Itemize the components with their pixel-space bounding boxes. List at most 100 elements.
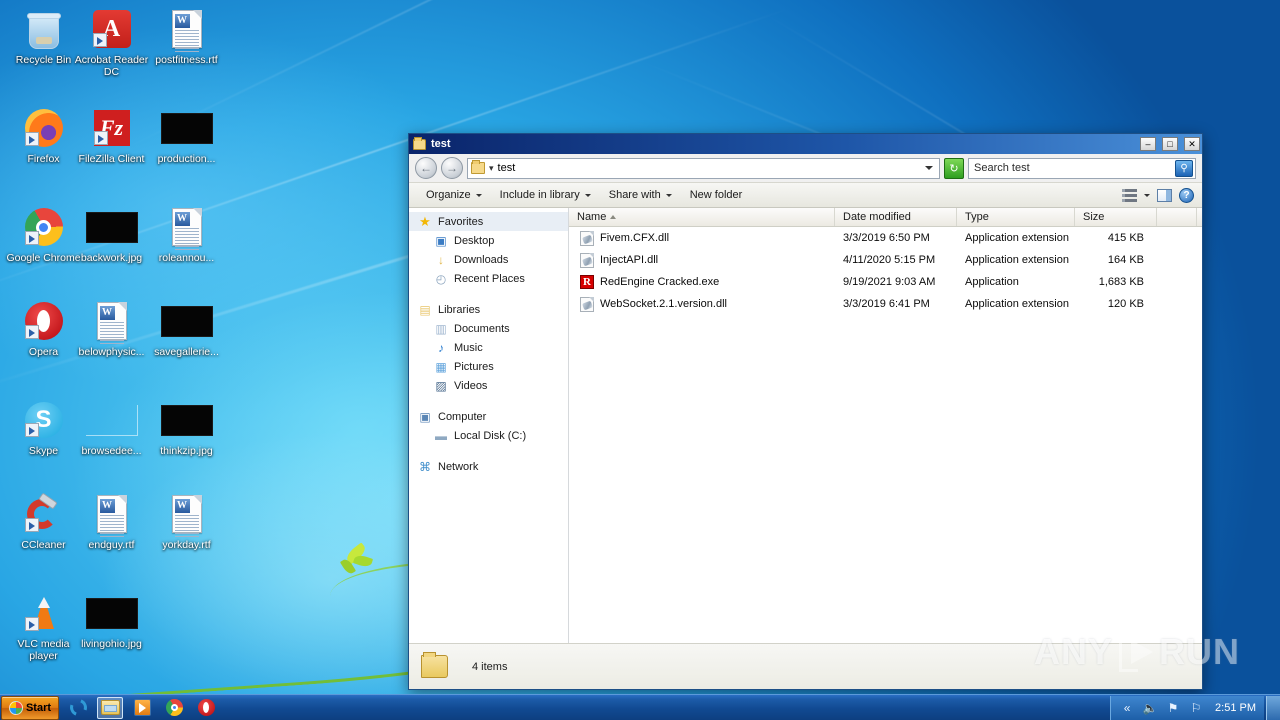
desktop-icon[interactable]: browsedee...: [74, 397, 149, 457]
breadcrumb[interactable]: ▾ test: [467, 157, 940, 179]
file-name-label: WebSocket.2.1.version.dll: [600, 298, 727, 310]
toolbar-button-organize[interactable]: Organize: [417, 185, 491, 205]
navigation-pane[interactable]: ★ Favorites ▣ Desktop ↓ Downloads ◴ Recent Plac…: [409, 208, 569, 643]
speaker-icon[interactable]: 🔈: [1142, 700, 1158, 716]
sidebar-item-local-disk-c[interactable]: ▬ Local Disk (C:): [409, 426, 568, 445]
sidebar-item-videos[interactable]: ▨ Videos: [409, 376, 568, 395]
refresh-button[interactable]: ↻: [944, 157, 964, 179]
chevron-up-icon[interactable]: «: [1119, 700, 1135, 716]
chevron-down-icon[interactable]: [584, 193, 591, 197]
sidebar-item-documents[interactable]: ▥ Documents: [409, 319, 568, 338]
toolbar-button-new-folder[interactable]: New folder: [681, 185, 752, 205]
file-type-cell: Application extension: [965, 254, 1069, 266]
search-input[interactable]: Search test ⚲: [968, 157, 1196, 179]
column-header-size[interactable]: Size: [1075, 208, 1157, 226]
desktop-icon[interactable]: production...: [149, 105, 224, 165]
column-header-type[interactable]: Type: [957, 208, 1075, 226]
taskbar-windows-explorer[interactable]: [97, 696, 123, 719]
sidebar-item-computer[interactable]: ▣ Computer: [409, 407, 568, 426]
sidebar-item-downloads[interactable]: ↓ Downloads: [409, 250, 568, 269]
toolbar-button-include-in-library[interactable]: Include in library: [491, 185, 600, 205]
desktop-icon[interactable]: livingohio.jpg: [74, 590, 149, 650]
desktop-icon[interactable]: Recycle Bin: [6, 6, 81, 66]
column-header-date-modified[interactable]: Date modified: [835, 208, 957, 226]
chevron-down-icon[interactable]: [1144, 193, 1150, 197]
file-row[interactable]: Fivem.CFX.dll 3/3/2019 6:50 PM Application…: [569, 227, 1202, 249]
chevron-down-icon[interactable]: [665, 193, 672, 197]
file-list-pane[interactable]: Name Date modified Type Size Fivem.CFX.dll 3…: [569, 208, 1202, 643]
help-icon[interactable]: ?: [1179, 187, 1194, 203]
file-name-cell[interactable]: Fivem.CFX.dll: [569, 230, 835, 246]
forward-button[interactable]: →: [441, 157, 463, 179]
chevron-down-icon[interactable]: [925, 166, 933, 170]
list-view-icon[interactable]: [1122, 188, 1137, 202]
star-icon: ★: [419, 213, 431, 229]
desktop-icon[interactable]: VLC media player: [6, 590, 81, 662]
file-row[interactable]: R RedEngine Cracked.exe 9/19/2021 9:03 AM A…: [569, 271, 1202, 293]
column-header-name[interactable]: Name: [569, 208, 835, 226]
address-bar[interactable]: ← → ▾ test ↻ Search test ⚲: [409, 154, 1202, 182]
explorer-window[interactable]: test – □ ✕ ← → ▾ test ↻ Search test ⚲ Or…: [408, 133, 1203, 690]
taskbar[interactable]: Start « 🔈 ⚑ ⚐ 2:51 PM: [0, 694, 1280, 720]
system-tray[interactable]: « 🔈 ⚑ ⚐ 2:51 PM: [1110, 695, 1264, 720]
sidebar-item-libraries[interactable]: ▤ Libraries: [409, 300, 568, 319]
breadcrumb-path[interactable]: test: [498, 162, 516, 174]
file-name-cell[interactable]: R RedEngine Cracked.exe: [569, 275, 835, 289]
sidebar-item-music[interactable]: ♪ Music: [409, 338, 568, 357]
desktop-icon[interactable]: Wpostfitness.rtf: [149, 6, 224, 66]
taskbar-media-player[interactable]: [129, 697, 155, 719]
desktop-icon[interactable]: Opera: [6, 298, 81, 358]
file-row[interactable]: WebSocket.2.1.version.dll 3/3/2019 6:41 P…: [569, 293, 1202, 315]
taskbar-internet-explorer[interactable]: [65, 696, 91, 719]
file-row[interactable]: InjectAPI.dll 4/11/2020 5:15 PM Applicatio…: [569, 249, 1202, 271]
desktop-icon[interactable]: thinkzip.jpg: [149, 397, 224, 457]
command-toolbar[interactable]: Organize Include in library Share with N…: [409, 182, 1202, 208]
sidebar-item-pictures[interactable]: ▦ Pictures: [409, 357, 568, 376]
window-title-bar[interactable]: test – □ ✕: [409, 134, 1202, 154]
desktop-icon[interactable]: Wroleannou...: [149, 204, 224, 264]
clock[interactable]: 2:51 PM: [1211, 702, 1260, 714]
desktop-icon[interactable]: Wendguy.rtf: [74, 491, 149, 551]
chevron-down-icon[interactable]: [475, 193, 482, 197]
sidebar-item-network[interactable]: ⌘ Network: [409, 457, 568, 476]
back-button[interactable]: ←: [415, 157, 437, 179]
taskbar-google-chrome[interactable]: [161, 697, 187, 719]
desktop-icon[interactable]: Wbelowphysic...: [74, 298, 149, 358]
column-header-blank[interactable]: [1157, 208, 1197, 226]
desktop-icon[interactable]: Google Chrome: [6, 204, 81, 264]
desktop-icon[interactable]: CCleaner: [6, 491, 81, 551]
desktop-icon[interactable]: A Acrobat Reader DC: [74, 6, 149, 78]
minimize-button[interactable]: –: [1140, 137, 1156, 151]
desktop-icon[interactable]: savegallerie...: [149, 298, 224, 358]
search-icon[interactable]: ⚲: [1175, 159, 1193, 177]
desktop-icon[interactable]: backwork.jpg: [74, 204, 149, 264]
preview-pane-icon[interactable]: [1157, 188, 1172, 202]
show-desktop-button[interactable]: [1266, 695, 1280, 720]
folder-explorer-icon: [100, 700, 120, 715]
network-flag-icon[interactable]: ⚐: [1188, 700, 1204, 716]
file-list[interactable]: Fivem.CFX.dll 3/3/2019 6:50 PM Application…: [569, 227, 1202, 643]
breadcrumb-separator[interactable]: ▾: [489, 163, 494, 174]
toolbar-button-share-with[interactable]: Share with: [600, 185, 681, 205]
internet-explorer-icon: [66, 696, 90, 719]
maximize-button[interactable]: □: [1162, 137, 1178, 151]
sidebar-item-favorites[interactable]: ★ Favorites: [409, 212, 568, 231]
sidebar-item-desktop[interactable]: ▣ Desktop: [409, 231, 568, 250]
column-header-row[interactable]: Name Date modified Type Size: [569, 208, 1202, 227]
desktop-icon[interactable]: Firefox: [6, 105, 81, 165]
taskbar-opera[interactable]: [193, 697, 219, 719]
chrome-icon: [165, 699, 183, 716]
start-button[interactable]: Start: [1, 695, 59, 720]
file-date-cell: 9/19/2021 9:03 AM: [843, 276, 936, 288]
close-button[interactable]: ✕: [1184, 137, 1200, 151]
file-name-cell[interactable]: InjectAPI.dll: [569, 252, 835, 268]
flag-warning-icon[interactable]: ⚑: [1165, 700, 1181, 716]
sort-ascending-icon: [610, 215, 617, 219]
music-icon: ♪: [438, 340, 444, 355]
desktop-icon[interactable]: Fz FileZilla Client: [74, 105, 149, 165]
desktop-icon[interactable]: S Skype: [6, 397, 81, 457]
desktop-icon-label: Skype: [28, 445, 59, 457]
file-name-cell[interactable]: WebSocket.2.1.version.dll: [569, 296, 835, 312]
desktop-icon[interactable]: Wyorkday.rtf: [149, 491, 224, 551]
sidebar-item-recent-places[interactable]: ◴ Recent Places: [409, 269, 568, 288]
